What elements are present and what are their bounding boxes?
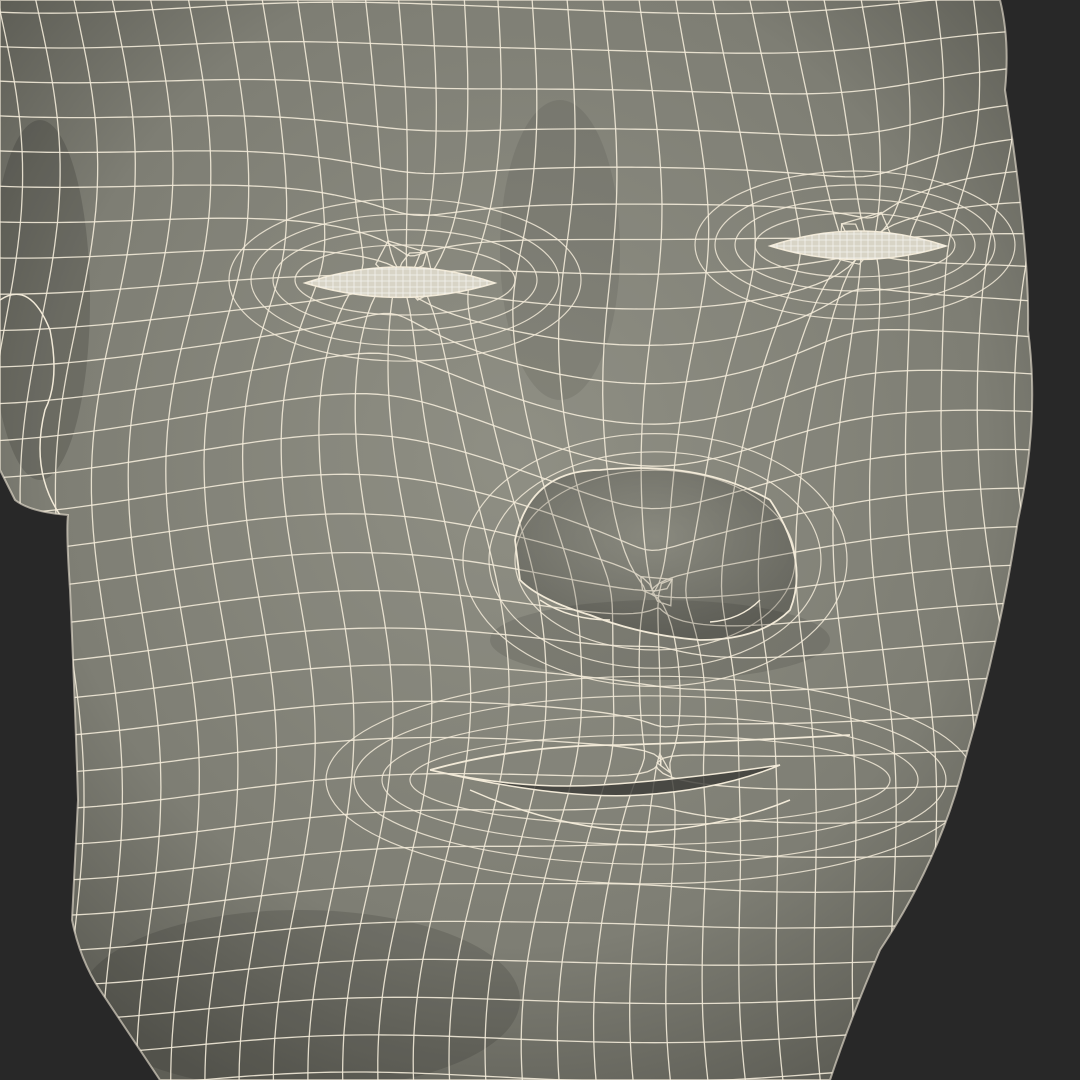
face-wireframe-render [0, 0, 1080, 1080]
nose-bridge-shadow [500, 100, 620, 400]
render-viewport [0, 0, 1080, 1080]
